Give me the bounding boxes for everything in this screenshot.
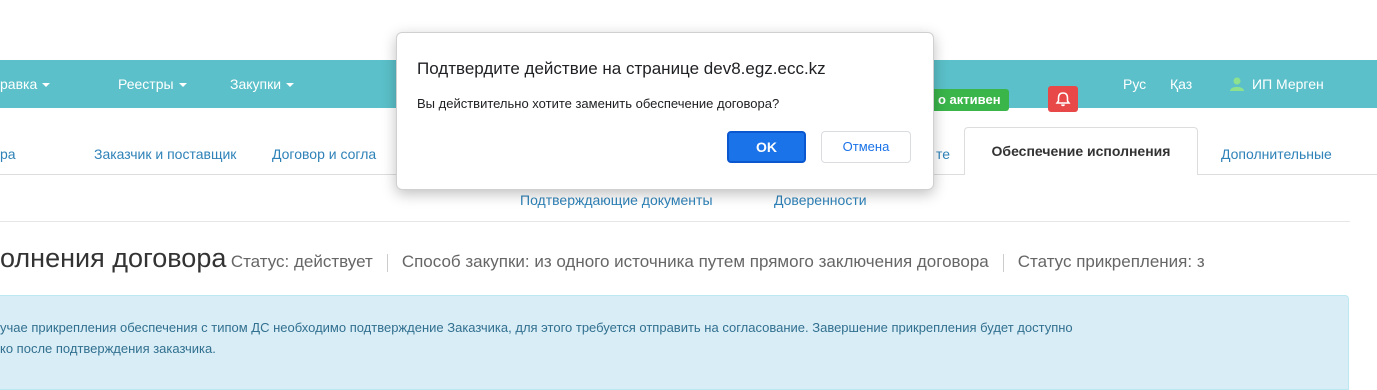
notifications-button[interactable] [1048,86,1078,112]
lang-ru-link[interactable]: Рус [1123,60,1146,108]
divider [0,221,1350,222]
info-alert: учае прикрепления обеспечения с типом ДС… [0,295,1349,390]
subtab-power-of-attorney[interactable]: Доверенности [774,192,867,208]
separator [386,253,388,272]
status-badge: о активен [922,89,1009,111]
tab-additional[interactable]: Дополнительные [1221,146,1332,162]
nav-item-purchases[interactable]: Закупки [230,60,295,108]
nav-item-label: равка [0,76,38,92]
nav-item-label: Реестры [118,76,174,92]
bell-icon [1055,92,1071,107]
subtab-supporting-docs[interactable]: Подтверждающие документы [520,192,713,208]
lang-ru-label: Рус [1123,76,1147,92]
cancel-button[interactable]: Отмена [821,131,911,163]
page-title: олнения договора [0,243,227,273]
caret-down-icon [286,83,295,88]
user-icon [1230,77,1244,91]
user-menu[interactable]: ИП Мерген [1230,60,1324,108]
tab-partial-2[interactable]: те [936,146,950,162]
tab-contract[interactable]: Договор и согла [272,146,376,162]
ok-button[interactable]: OK [727,131,806,163]
page-heading: олнения договора Статус: действует Способ… [0,243,1205,277]
caret-down-icon [178,83,187,88]
alert-line-2: ко после подтверждения заказчика. [0,341,216,356]
alert-line-1: учае прикрепления обеспечения с типом ДС… [0,320,1073,335]
nav-item-spravka[interactable]: равка [0,60,51,108]
status-text: Статус: действует [230,252,373,271]
user-name: ИП Мерген [1252,76,1324,92]
tab-divider [1198,174,1377,175]
dialog-title: Подтвердите действие на странице dev8.eg… [417,59,826,78]
attach-status-text: Статус прикрепления: з [1017,252,1205,271]
nav-item-label: Закупки [230,76,282,92]
lang-kz-label: Қаз [1170,76,1193,92]
tab-customer-supplier[interactable]: Заказчик и поставщик [94,146,236,162]
tab-partial[interactable]: ра [0,146,16,162]
separator [1002,253,1004,272]
procurement-method-text: Способ закупки: из одного источника путе… [401,252,989,271]
caret-down-icon [42,83,51,88]
tab-performance-security[interactable]: Обеспечение исполнения [964,127,1198,175]
confirm-dialog: Подтвердите действие на странице dev8.eg… [396,32,934,190]
dialog-message: Вы действительно хотите заменить обеспеч… [417,96,780,111]
tab-label: Обеспечение исполнения [991,143,1171,159]
lang-kz-link[interactable]: Қаз [1170,60,1192,108]
nav-item-registers[interactable]: Реестры [118,60,187,108]
